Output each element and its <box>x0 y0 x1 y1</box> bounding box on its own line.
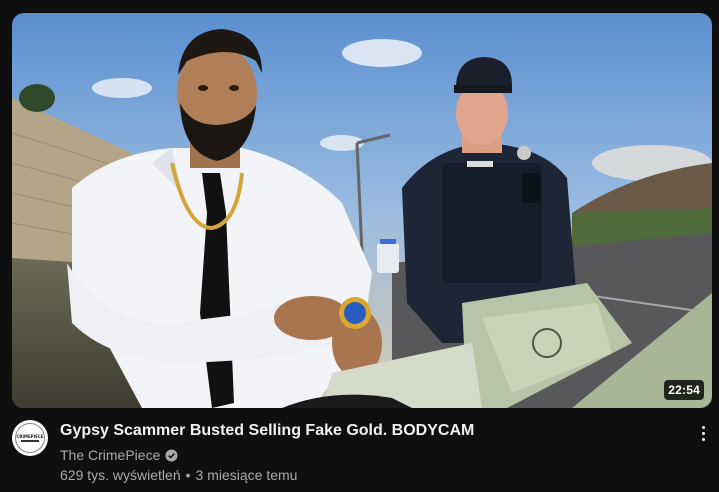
video-details: CRIMEPIECE Gypsy Scammer Busted Selling … <box>12 420 712 484</box>
channel-logo-text: CRIMEPIECE <box>16 434 44 439</box>
separator-dot: • <box>185 467 191 483</box>
verified-check-icon <box>165 448 178 462</box>
channel-name: The CrimePiece <box>60 447 161 463</box>
more-vert-icon[interactable] <box>694 421 712 445</box>
video-stats: 629 tys. wyświetleń • 3 miesiące temu <box>60 467 297 483</box>
video-title[interactable]: Gypsy Scammer Busted Selling Fake Gold. … <box>60 420 660 442</box>
logo-underline <box>21 440 39 442</box>
channel-avatar[interactable]: CRIMEPIECE <box>12 420 48 456</box>
video-thumbnail[interactable]: 22:54 <box>12 13 712 408</box>
channel-name-link[interactable]: The CrimePiece <box>60 446 178 464</box>
upload-age: 3 miesiące temu <box>195 467 298 483</box>
thumbnail-image <box>12 13 712 408</box>
view-count: 629 tys. wyświetleń <box>60 467 181 483</box>
channel-logo: CRIMEPIECE <box>15 423 45 453</box>
duration-badge: 22:54 <box>664 380 704 400</box>
